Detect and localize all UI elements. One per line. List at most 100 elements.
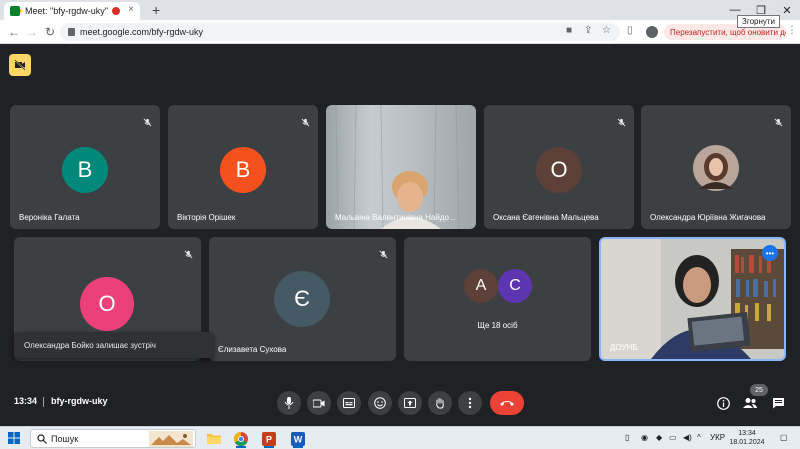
raise-hand-button[interactable] xyxy=(428,391,452,415)
lock-icon xyxy=(68,28,75,36)
taskbar-search-field[interactable]: Пошук xyxy=(30,429,196,448)
back-arrow-icon[interactable]: ← xyxy=(6,24,22,40)
end-call-button[interactable] xyxy=(490,391,524,415)
participant-tile[interactable]: О Оксана Євгенівна Мальцева xyxy=(484,105,634,229)
avatar: А xyxy=(464,269,498,303)
participant-video-tile[interactable]: ••• ДОУНБ xyxy=(599,237,786,361)
bookmark-star-icon[interactable]: ☆ xyxy=(602,25,611,36)
forward-arrow-icon[interactable]: → xyxy=(24,24,40,40)
participant-tile[interactable]: В Вероніка Галата xyxy=(10,105,160,229)
participant-name: ДОУНБ xyxy=(610,343,638,352)
svg-text:W: W xyxy=(294,434,303,444)
participant-tile[interactable]: Є Єлизавета Сухова xyxy=(209,237,396,361)
leave-notification: Олександра Бойко залишає зустріч xyxy=(14,332,214,358)
participant-video-tile[interactable]: Мальвіна Валентинівна Найдо... xyxy=(326,105,476,229)
participant-name: Мальвіна Валентинівна Найдо... xyxy=(335,213,456,222)
browser-tab-strip: Meet: "bfy-rgdw-uky" × + — ❐ ✕ xyxy=(0,0,800,20)
search-highlight-image xyxy=(149,431,193,447)
chrome-icon xyxy=(234,431,248,446)
people-icon xyxy=(743,398,757,408)
video-feed xyxy=(335,105,460,229)
windows-start-icon[interactable] xyxy=(8,432,20,444)
meeting-clock: 13:34 xyxy=(14,396,38,406)
camera-in-use-icon[interactable]: ■ xyxy=(566,25,572,36)
show-hidden-icons-icon[interactable]: ^ xyxy=(697,433,701,442)
chat-button[interactable] xyxy=(768,393,788,413)
reactions-button[interactable] xyxy=(368,391,392,415)
camera-button[interactable] xyxy=(307,391,331,415)
microphone-button[interactable] xyxy=(277,391,301,415)
profile-photo xyxy=(693,145,739,191)
taskbar-clock[interactable]: 13:34 18.01.2024 xyxy=(725,429,769,447)
camera-icon xyxy=(313,399,325,407)
participant-name: Олександра Юріївна Жигачова xyxy=(650,213,766,222)
others-count: Ще 18 осіб xyxy=(477,321,518,330)
share-icon[interactable]: ⇪ xyxy=(584,25,592,36)
participant-name: Єлизавета Сухова xyxy=(218,345,287,354)
hang-up-icon xyxy=(500,401,514,406)
people-button[interactable] xyxy=(740,393,760,413)
divider xyxy=(43,397,44,407)
avatar: О xyxy=(536,147,582,193)
powerpoint-icon: P xyxy=(262,431,276,446)
avatar: В xyxy=(62,147,108,193)
reload-icon[interactable]: ↻ xyxy=(42,24,58,40)
notifications-icon[interactable]: ▢ xyxy=(780,433,788,442)
volume-icon[interactable]: ◀) xyxy=(683,433,692,442)
camera-off-icon[interactable] xyxy=(9,54,31,76)
browser-tab[interactable]: Meet: "bfy-rgdw-uky" × xyxy=(4,2,140,20)
new-tab-button[interactable]: + xyxy=(152,2,160,18)
meet-control-bar: 13:34 bfy-rgdw-uky xyxy=(0,386,800,420)
url-field[interactable]: meet.google.com/bfy-rgdw-uky xyxy=(60,23,620,41)
windows-taskbar: Пошук P W ▯ ◉ ◆ ▭ ◀) ^ УКР 13:34 18.01.2… xyxy=(0,426,800,449)
more-vert-icon xyxy=(468,397,472,409)
meeting-details-button[interactable] xyxy=(713,393,733,413)
captions-icon xyxy=(343,398,355,408)
avatar: В xyxy=(220,147,266,193)
tab-title: Meet: "bfy-rgdw-uky" xyxy=(25,6,108,16)
participant-count-badge: 25 xyxy=(750,384,768,396)
battery-icon[interactable]: ▯ xyxy=(625,433,629,442)
chrome-tray-icon[interactable]: ◉ xyxy=(641,433,648,442)
present-button[interactable] xyxy=(398,391,422,415)
mic-off-icon xyxy=(301,114,310,132)
minimize-tooltip: Згорнути xyxy=(737,15,781,28)
tab-close-icon[interactable]: × xyxy=(128,4,134,15)
taskbar-chrome[interactable] xyxy=(230,429,252,448)
participant-tile[interactable]: В Вікторія Орішек xyxy=(168,105,318,229)
chat-icon xyxy=(772,398,784,409)
url-text: meet.google.com/bfy-rgdw-uky xyxy=(80,27,204,37)
hand-icon xyxy=(436,398,444,409)
meet-favicon-icon xyxy=(10,6,23,16)
more-options-icon[interactable]: ••• xyxy=(762,245,778,261)
network-icon[interactable]: ▭ xyxy=(669,433,677,442)
folder-icon xyxy=(207,434,221,444)
participant-tile[interactable]: Олександра Юріївна Жигачова xyxy=(641,105,791,229)
side-panel-icon[interactable]: ▯ xyxy=(627,25,633,36)
mic-off-icon xyxy=(143,114,152,132)
others-tile[interactable]: А С Ще 18 осіб xyxy=(404,237,591,361)
meeting-code: bfy-rgdw-uky xyxy=(51,396,108,406)
mic-off-icon xyxy=(617,114,626,132)
participant-name: Оксана Євгенівна Мальцева xyxy=(493,213,599,222)
more-options-button[interactable] xyxy=(458,391,482,415)
taskbar-time: 13:34 xyxy=(738,430,756,437)
taskbar-word[interactable]: W xyxy=(287,429,309,448)
taskbar-file-explorer[interactable] xyxy=(203,429,225,448)
captions-button[interactable] xyxy=(337,391,361,415)
taskbar-date: 18.01.2024 xyxy=(729,439,765,446)
mic-off-icon xyxy=(774,114,783,132)
browser-menu-icon[interactable]: ⋮ xyxy=(787,25,797,36)
language-indicator[interactable]: УКР xyxy=(710,433,725,442)
svg-text:P: P xyxy=(266,434,272,444)
taskbar-powerpoint[interactable]: P xyxy=(258,429,280,448)
search-icon xyxy=(37,434,47,444)
profile-avatar-icon[interactable] xyxy=(646,26,658,38)
participant-name: Вероніка Галата xyxy=(19,213,80,222)
present-screen-icon xyxy=(404,398,416,408)
tray-app-icon[interactable]: ◆ xyxy=(656,433,662,442)
participant-name: Вікторія Орішек xyxy=(177,213,236,222)
video-feed xyxy=(601,239,784,359)
avatar: Є xyxy=(274,271,330,327)
recording-indicator-icon xyxy=(112,7,120,15)
